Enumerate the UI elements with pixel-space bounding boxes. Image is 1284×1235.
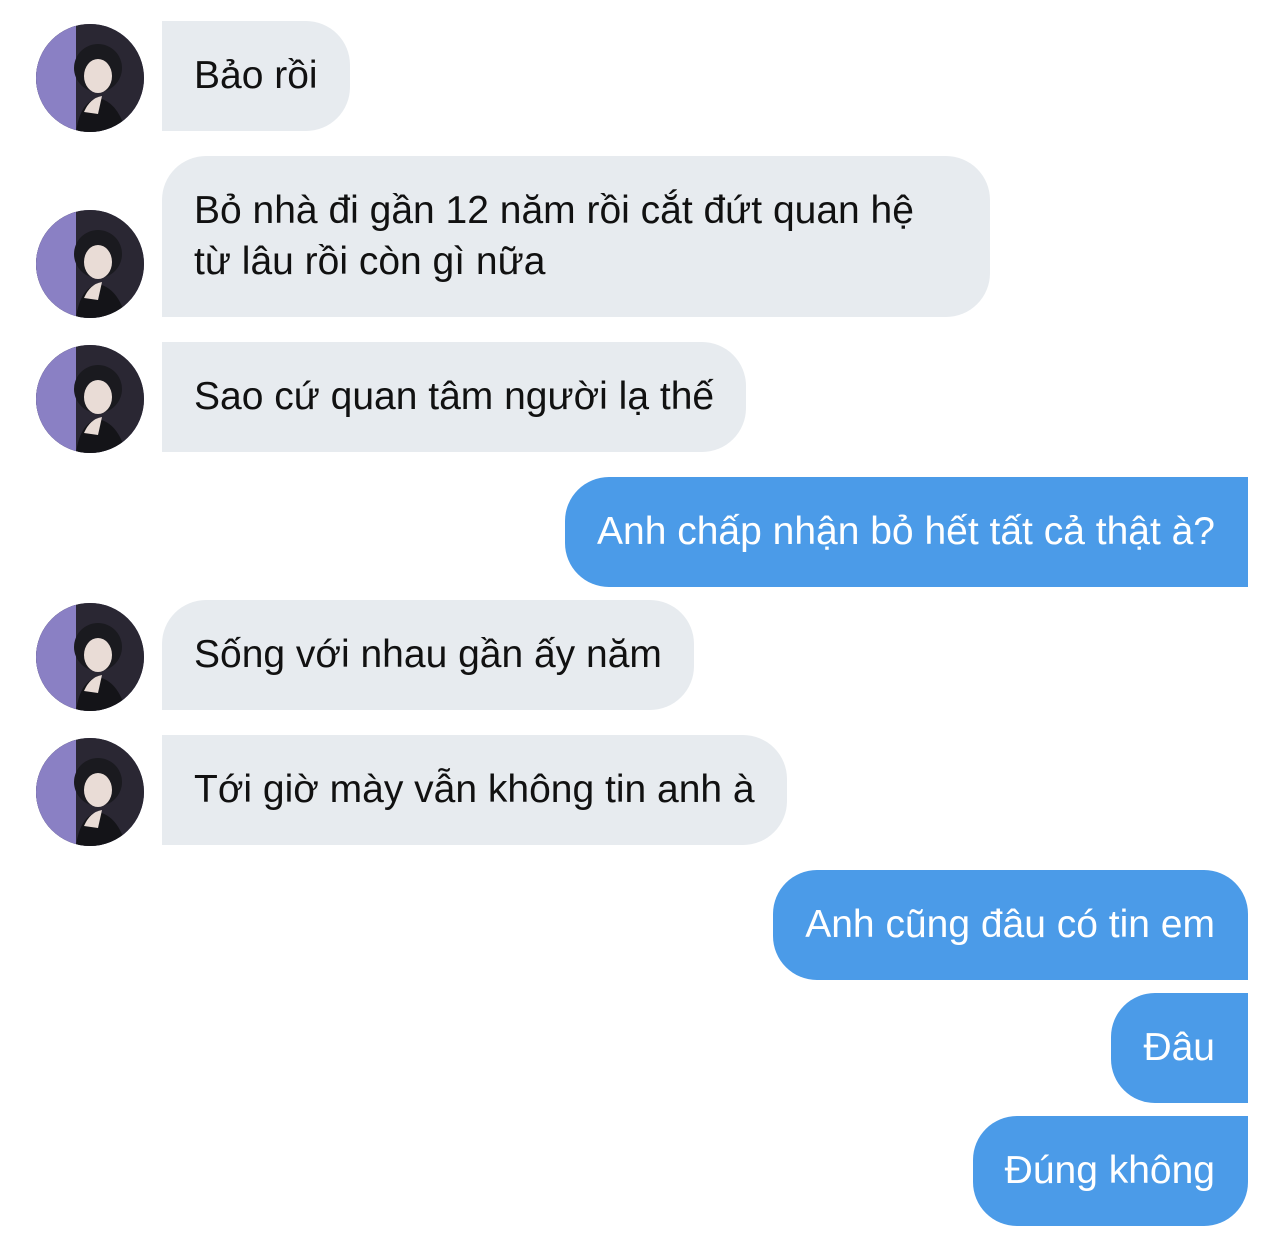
- message-bubble-incoming[interactable]: Sao cứ quan tâm người lạ thế: [162, 342, 747, 452]
- contact-avatar[interactable]: [36, 24, 144, 132]
- message-text: Sống với nhau gần ấy năm: [194, 633, 662, 676]
- message-bubble-outgoing[interactable]: Anh cũng đâu có tin em: [773, 870, 1248, 980]
- message-bubble-incoming[interactable]: Bỏ nhà đi gần 12 năm rồi cắt đứt quan hệ…: [162, 156, 990, 317]
- contact-avatar[interactable]: [36, 603, 144, 711]
- message-bubble-outgoing[interactable]: Đúng không: [972, 1116, 1248, 1226]
- avatar-photo-icon: [36, 603, 144, 711]
- message-text: Anh chấp nhận bỏ hết tất cả thật à?: [597, 510, 1215, 553]
- message-text: Sao cứ quan tâm người lạ thế: [194, 375, 715, 418]
- message-text: Đúng không: [1004, 1149, 1215, 1192]
- message-bubble-outgoing[interactable]: Anh chấp nhận bỏ hết tất cả thật à?: [565, 477, 1248, 587]
- message-text: Tới giờ mày vẫn không tin anh à: [194, 768, 755, 811]
- contact-avatar[interactable]: [36, 738, 144, 846]
- avatar-photo-icon: [36, 738, 144, 846]
- message-bubble-outgoing[interactable]: Đâu: [1111, 993, 1248, 1103]
- contact-avatar[interactable]: [36, 345, 144, 453]
- message-bubble-incoming[interactable]: Tới giờ mày vẫn không tin anh à: [162, 735, 787, 845]
- message-text: Anh cũng đâu có tin em: [805, 903, 1215, 946]
- chat-thread: Bảo rồi Bỏ nhà đi gần 12 năm rồi cắt đứt…: [0, 0, 1284, 1235]
- message-text: Bỏ nhà đi gần 12 năm rồi cắt đứt quan hệ…: [194, 189, 914, 283]
- message-bubble-incoming[interactable]: Sống với nhau gần ấy năm: [162, 600, 694, 710]
- contact-avatar[interactable]: [36, 210, 144, 318]
- avatar-photo-icon: [36, 24, 144, 132]
- avatar-photo-icon: [36, 210, 144, 318]
- message-bubble-incoming[interactable]: Bảo rồi: [162, 21, 350, 131]
- message-text: Đâu: [1143, 1026, 1215, 1069]
- avatar-photo-icon: [36, 345, 144, 453]
- message-text: Bảo rồi: [194, 54, 318, 97]
